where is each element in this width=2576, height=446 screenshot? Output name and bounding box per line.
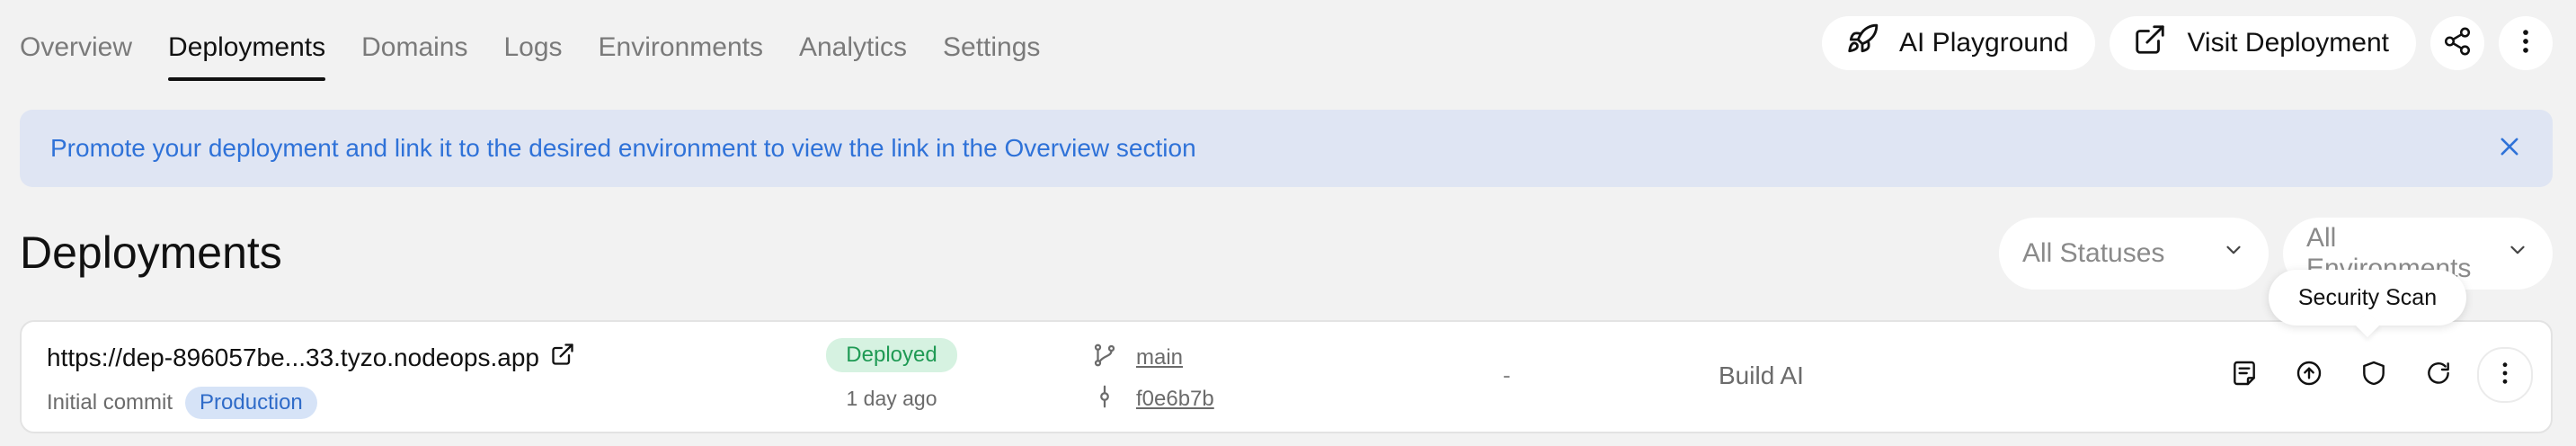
tab-logs[interactable]: Logs [503, 25, 562, 83]
git-branch-icon [1091, 342, 1118, 375]
deployed-time: 1 day ago [846, 387, 937, 410]
tab-deployments[interactable]: Deployments [168, 25, 326, 83]
promote-button[interactable] [2283, 349, 2335, 401]
tab-environments[interactable]: Environments [599, 25, 763, 83]
more-vertical-icon [2510, 26, 2541, 61]
commit-hash-row: f0e6b7b [1091, 381, 1214, 417]
commit-hash-link[interactable]: f0e6b7b [1136, 387, 1214, 412]
tooltip-text: Security Scan [2297, 284, 2438, 310]
row-actions [2218, 347, 2533, 403]
status-column: Deployed 1 day ago [802, 338, 982, 411]
branch-row: main [1091, 340, 1214, 376]
status-badge: Deployed [826, 338, 957, 372]
more-vertical-icon [2491, 359, 2519, 392]
deployment-url-text: https://dep-896057be...33.tyzo.nodeops.a… [47, 343, 539, 371]
shield-icon [2359, 359, 2388, 392]
chevron-down-icon [2222, 238, 2245, 269]
external-link-icon [2133, 22, 2167, 64]
status-filter-select[interactable]: All Statuses [1999, 218, 2269, 290]
page-title: Deployments [20, 227, 282, 278]
view-logs-button[interactable] [2218, 349, 2270, 401]
branch-link[interactable]: main [1136, 345, 1183, 370]
chevron-down-icon [2506, 238, 2529, 269]
project-name: Build AI [1719, 361, 1804, 389]
close-icon [2497, 138, 2522, 163]
visit-deployment-label: Visit Deployment [2187, 28, 2389, 58]
rocket-icon [1845, 22, 1879, 64]
info-banner: Promote your deployment and link it to t… [20, 110, 2553, 187]
ai-playground-label: AI Playground [1899, 28, 2069, 58]
tab-domains[interactable]: Domains [361, 25, 467, 83]
deployment-url[interactable]: https://dep-896057be...33.tyzo.nodeops.a… [47, 342, 575, 373]
external-link-icon[interactable] [550, 342, 575, 373]
environment-badge: Production [185, 387, 317, 419]
redeploy-button[interactable] [2412, 349, 2465, 401]
header-actions: AI Playground Visit Deployment [1822, 16, 2553, 70]
commit-message: Initial commit [47, 390, 173, 415]
tab-analytics[interactable]: Analytics [799, 25, 907, 83]
sticky-note-icon [2230, 359, 2259, 392]
share-icon [2442, 26, 2473, 61]
tab-settings[interactable]: Settings [943, 25, 1040, 83]
visit-deployment-button[interactable]: Visit Deployment [2110, 16, 2416, 70]
empty-value: - [1503, 361, 1511, 388]
commit-info: Initial commit Production [47, 387, 317, 419]
status-filter-value: All Statuses [2022, 238, 2165, 268]
row-more-button[interactable] [2477, 347, 2533, 403]
ai-playground-button[interactable]: AI Playground [1822, 16, 2096, 70]
upload-icon [2295, 359, 2323, 392]
tab-overview[interactable]: Overview [20, 25, 132, 83]
more-options-button[interactable] [2499, 16, 2553, 70]
banner-message: Promote your deployment and link it to t… [50, 134, 1196, 162]
deployment-row: https://dep-896057be...33.tyzo.nodeops.a… [20, 320, 2553, 433]
refresh-icon [2424, 359, 2453, 392]
git-info: main f0e6b7b [1091, 340, 1214, 417]
share-button[interactable] [2430, 16, 2484, 70]
tab-bar: Overview Deployments Domains Logs Enviro… [20, 25, 1040, 83]
security-scan-button[interactable] [2348, 349, 2400, 401]
security-scan-tooltip: Security Scan [2269, 270, 2466, 326]
close-banner-button[interactable] [2497, 134, 2522, 164]
git-commit-icon [1091, 383, 1118, 416]
